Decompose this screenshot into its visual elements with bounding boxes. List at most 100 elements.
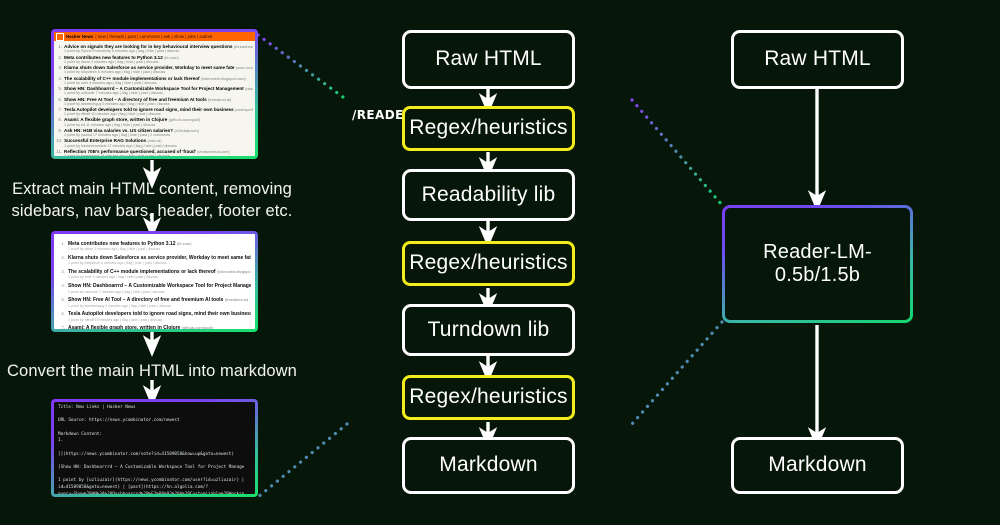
hn-story-title[interactable]: Reflection 70B's performance questioned,… <box>64 149 253 154</box>
hn-story-domain: (dashboarrrd.com) <box>244 86 253 92</box>
clean-story-domain: (github.com/quoll) <box>181 325 214 329</box>
diagram-canvas: Hacker News | new | threads | past | com… <box>0 0 1000 525</box>
hn-story-rank: 6. <box>58 96 62 102</box>
hn-story-title[interactable]: Asami: A flexible graph store, written i… <box>64 117 253 122</box>
hn-story-title[interactable]: Klarna shuts down Salesforce as service … <box>64 65 253 70</box>
hn-nav-item-new[interactable]: new <box>98 34 106 39</box>
hn-story-row[interactable]: 7. Tesla Autopilot developers told to ign… <box>56 106 253 116</box>
hn-story-title[interactable]: Tesla Autopilot developers told to ignor… <box>64 107 253 112</box>
hn-story-subtext: 1 point by wisetechguy 5 minutes ago | f… <box>64 101 170 106</box>
hn-story-title[interactable]: Meta contributes new features to Python … <box>64 55 253 60</box>
hn-nav-item-past[interactable]: past <box>128 34 136 39</box>
markdown-line: 1 point by [uzliuzair](https://news.ycom… <box>58 478 245 484</box>
hn-story-rank: 1. <box>58 44 62 50</box>
hn-story-title[interactable]: Successful Enterprise RAG Solutions (mik… <box>64 138 253 143</box>
hn-story-row[interactable]: 4. The scalability of C++ module implemen… <box>56 74 253 85</box>
clean-story-row: 5. Show HN: Free AI Tool – A directory of… <box>58 295 251 309</box>
hn-story-domain: (fb.com) <box>164 54 179 60</box>
clean-story-row: 1. Meta contributes new features to Pytho… <box>58 239 251 253</box>
extracted-content-screenshot: 1. Meta contributes new features to Pytho… <box>51 231 258 332</box>
hn-story-title[interactable]: Show HN: Dashboarrrd – A Customizable Wo… <box>64 86 253 91</box>
markdown-output-screenshot: Title: New Links | Hacker News URL Sourc… <box>51 399 258 497</box>
hn-story-row[interactable]: 9. Ask HN: H1B visa salaries vs. US citiz… <box>56 127 253 137</box>
clean-story-rank: 2. <box>61 254 65 260</box>
hn-story-domain: (h1bdata.info) <box>174 127 199 133</box>
hn-story-domain: (mikr.ai) <box>147 138 162 144</box>
hn-story-row[interactable]: 10. Successful Enterprise RAG Solutions (… <box>56 137 253 147</box>
clean-story-subtext: 1 point by amir 4 minutes ago | flag | h… <box>68 275 159 280</box>
hn-story-row[interactable]: 3. Klarna shuts down Salesforce as servic… <box>56 64 253 74</box>
node-middle-turndown-lib[interactable]: Turndown lib <box>402 304 575 356</box>
node-middle-markdown[interactable]: Markdown <box>402 437 575 494</box>
clean-story-subtext: 1 point by uzliuzair 7 minutes ago | fla… <box>68 289 165 294</box>
clean-story-title: Show HN: Dashboarrrd – A Customizable Wo… <box>68 283 251 290</box>
hn-story-domain: (videoview.blogspot.com) <box>200 75 246 81</box>
clean-story-rank: 5. <box>61 297 65 303</box>
hn-nav-item-comments[interactable]: comments <box>140 34 160 39</box>
clean-story-list: 1. Meta contributes new features to Pytho… <box>54 234 255 329</box>
node-middle-regex-heuristics-2[interactable]: Regex/heuristics <box>402 241 575 286</box>
clean-story-row: 7. Asami: A flexible graph store, written… <box>58 324 251 329</box>
clean-story-rank: 3. <box>61 268 65 274</box>
hn-nav-item-show[interactable]: show <box>174 34 184 39</box>
node-right-markdown[interactable]: Markdown <box>731 437 904 494</box>
markdown-line <box>58 425 251 432</box>
node-right-reader-lm[interactable]: Reader-LM-0.5b/1.5b <box>722 205 913 323</box>
markdown-line: [Show HN: Dashboarrrd – A Customizable W… <box>58 464 245 470</box>
hn-nav-item-threads[interactable]: threads <box>109 34 124 39</box>
hn-story-domain: (freeaitool.ai) <box>207 96 232 102</box>
node-middle-regex-heuristics-1[interactable]: Regex/heuristics <box>402 106 575 151</box>
clean-story-subtext: 1 point by dkom 3 minutes ago | flag | h… <box>68 247 161 252</box>
hn-story-title[interactable]: Ask HN: H1B visa salaries vs. US citizen… <box>64 128 253 133</box>
hn-story-subtext: 1 point by bd 11 minutes ago | flag | hi… <box>64 122 156 127</box>
hn-story-row[interactable]: 6. Show HN: Free AI Tool – A directory of… <box>56 95 253 106</box>
clean-story-title: Tesla Autopilot developers told to ignor… <box>68 311 251 318</box>
hn-story-row[interactable]: 8. Asami: A flexible graph store, written… <box>56 116 253 126</box>
hn-brand: Hacker News <box>66 34 94 39</box>
markdown-line: Markdown Content: <box>58 431 102 437</box>
hn-nav-item-jobs[interactable]: jobs <box>188 34 196 39</box>
clean-story-rank: 6. <box>61 311 65 317</box>
markdown-line <box>58 458 251 465</box>
markdown-line: id=41509058&goto=newest) | [past](https:… <box>58 484 209 490</box>
hn-logo-icon <box>56 32 64 41</box>
clean-story-row: 6. Tesla Autopilot developers told to ign… <box>58 309 251 323</box>
markdown-line: [](https://news.ycombinator.com/vote?id=… <box>58 451 234 457</box>
clean-story-subtext: 1 point by riffraff 10 minutes ago | fla… <box>68 317 163 322</box>
clean-story-domain: (videoview.blogspot.com) <box>216 268 251 274</box>
clean-story-title: Klarna shuts down Salesforce as service … <box>68 254 251 261</box>
clean-story-rank: 7. <box>61 325 65 329</box>
hn-story-row[interactable]: 2. Meta contributes new features to Pytho… <box>56 53 253 64</box>
hn-story-rank: 5. <box>58 86 62 92</box>
markdown-line: query=Show%20HN%3A%20Dashboarrrd%20%E2%8… <box>58 492 251 494</box>
node-middle-raw-html[interactable]: Raw HTML <box>402 30 575 89</box>
clean-story-row: 3. The scalability of C++ module implemen… <box>58 267 251 281</box>
hn-story-rank: 9. <box>58 127 62 133</box>
hn-story-row[interactable]: 5. Show HN: Dashboarrrd – A Customizable … <box>56 85 253 95</box>
hn-story-subtext: 1 point by riffraff 10 minutes ago | fla… <box>64 112 161 117</box>
hn-story-title[interactable]: The scalability of C++ module implementa… <box>64 76 253 81</box>
hn-story-title[interactable]: Show HN: Free AI Tool – A directory of f… <box>64 97 253 102</box>
clean-story-rank: 1. <box>61 240 65 246</box>
clean-story-title: The scalability of C++ module implementa… <box>68 269 251 275</box>
hn-story-rank: 8. <box>58 117 62 123</box>
hn-story-title[interactable]: Advice on signals they are looking for i… <box>64 44 253 49</box>
hn-story-subtext: 1 point by paulsd 17 minutes ago | flag … <box>64 133 171 138</box>
hn-story-list: 1. Advice on signals they are looking for… <box>54 41 255 156</box>
clean-story-rank: 4. <box>61 283 65 289</box>
caption-convert-to-markdown: Convert the main HTML into markdown <box>7 362 297 380</box>
hn-story-row[interactable]: 11. Reflection 70B's performance question… <box>56 148 253 156</box>
hn-story-rank: 10. <box>56 138 63 144</box>
hn-story-subtext: 1 point by amir 4 minutes ago | flag | h… <box>64 80 157 85</box>
hn-story-subtext: 1 point by uzliuzair 7 minutes ago | fla… <box>64 91 163 96</box>
clean-story-title: Asami: A flexible graph store, written i… <box>68 325 214 329</box>
node-right-raw-html[interactable]: Raw HTML <box>731 30 904 89</box>
node-middle-regex-heuristics-3[interactable]: Regex/heuristics <box>402 375 575 420</box>
hn-nav-item-submit[interactable]: submit <box>199 34 212 39</box>
clean-story-title: Show HN: Free AI Tool – A directory of f… <box>68 297 249 304</box>
clean-story-subtext: 1 point by wisetechguy 5 minutes ago | f… <box>68 303 172 308</box>
node-middle-readability-lib[interactable]: Readability lib <box>402 169 575 221</box>
hn-story-row[interactable]: 1. Advice on signals they are looking for… <box>56 43 253 53</box>
markdown-line: 1. <box>58 438 64 444</box>
hn-story-subtext: 1 point by towelinvest 14 minutes ago | … <box>64 154 253 156</box>
